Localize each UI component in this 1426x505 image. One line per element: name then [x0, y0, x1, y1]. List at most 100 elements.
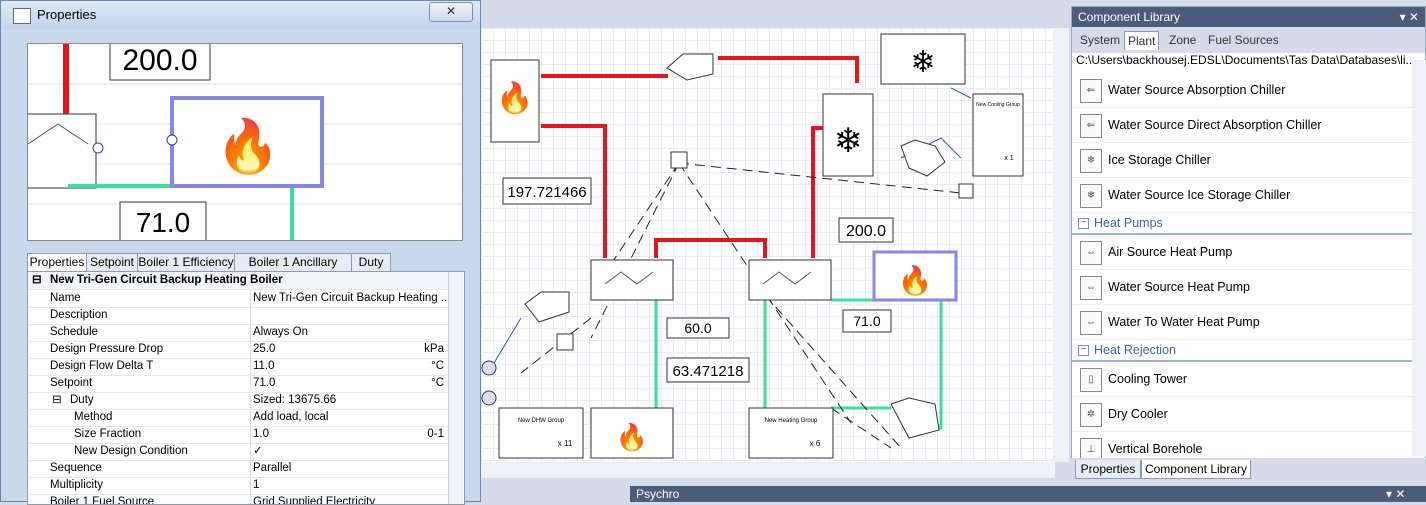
category-heat-rejection[interactable]: − Heat Rejection [1072, 340, 1412, 362]
library-item[interactable]: ⇔ Water To Water Heat Pump [1072, 305, 1412, 340]
tab-setpoint[interactable]: Setpoint [86, 253, 138, 271]
library-item[interactable]: ▯ Cooling Tower [1072, 362, 1412, 397]
svg-text:🔥: 🔥 [216, 116, 281, 177]
library-scrollbar[interactable] [1412, 60, 1426, 456]
table-row[interactable]: ⊟ Duty Sized: 13675.66 [28, 392, 448, 410]
properties-titlebar[interactable]: Properties ✕ [1, 1, 480, 29]
properties-window: Properties ✕ 🔥 200.0 71.0 Properties Set… [0, 0, 481, 505]
g-dhw-title: New DHW Group [518, 418, 565, 424]
library-item[interactable]: ✲ Dry Cooler [1072, 397, 1412, 432]
table-row[interactable]: Schedule Always On [28, 324, 448, 342]
lbl-sp71: 71.0 [853, 313, 880, 329]
pv-bottom: 71.0 [136, 207, 191, 238]
tab-fuel-sources[interactable]: Fuel Sources [1208, 31, 1279, 49]
collapse-icon[interactable]: ⊟ [52, 392, 62, 409]
tab-component-library[interactable]: Component Library [1141, 460, 1251, 479]
tab-properties[interactable]: Properties [1075, 460, 1141, 479]
g-dhw-count: x 11 [558, 439, 573, 448]
dhw-boiler[interactable]: 🔥 [590, 407, 674, 459]
g-cool-count: x 1 [1004, 155, 1013, 162]
table-row[interactable]: New Design Condition ✓ [28, 443, 448, 461]
table-row[interactable]: Description [28, 307, 448, 325]
category-heat-pumps[interactable]: − Heat Pumps [1072, 213, 1412, 235]
library-close-icon[interactable]: ▾ ✕ [1400, 7, 1419, 27]
collapse-icon[interactable]: ⊟ [32, 272, 42, 289]
table-row[interactable]: Name New Tri-Gen Circuit Backup Heating .… [28, 290, 451, 308]
table-row[interactable]: Boiler 1 Fuel Source Grid Supplied Electr… [28, 494, 448, 504]
chp-engine[interactable]: 🔥 [490, 59, 540, 143]
design-condition-checkbox[interactable]: ✓ [250, 443, 263, 460]
canvas-vertical-scrollbar[interactable] [1053, 28, 1069, 462]
value-labels: 197.721466 200.0 60.0 63.471218 71.0 [502, 177, 894, 383]
library-item[interactable]: ⇔ Air Source Heat Pump [1072, 235, 1412, 270]
ice-storage[interactable]: ❄ [880, 33, 966, 85]
library-title-bar: Component Library ▾ ✕ [1072, 7, 1425, 27]
controller-node-2[interactable] [556, 333, 574, 351]
schematic-svg[interactable]: 🔥 ❄ ❄ 🔥 🔥 New DHW Group x 11 New Heating… [481, 28, 1055, 462]
heating-group[interactable]: New Heating Group x 6 [748, 407, 834, 459]
psychro-panel-header[interactable]: Psychro ▾ ✕ [630, 486, 1426, 502]
g-cool-title: New Cooling Group [976, 102, 1020, 108]
controller-node[interactable] [670, 151, 688, 169]
table-row[interactable]: Size Fraction 1.0 0-1 [28, 426, 448, 444]
canvas-horizontal-scrollbar[interactable] [481, 462, 1055, 478]
group-header[interactable]: ⊟ New Tri-Gen Circuit Backup Heating Boi… [28, 272, 448, 290]
g-heat-title: New Heating Group [765, 418, 818, 424]
heat-pump-icon: ⇔ [1080, 311, 1102, 335]
tab-system[interactable]: System [1080, 31, 1120, 49]
inlet-node-2[interactable] [481, 390, 497, 406]
table-row[interactable]: Design Pressure Drop 25.0 kPa [28, 341, 448, 359]
tab-boiler-efficiency[interactable]: Boiler 1 Efficiency [137, 253, 235, 271]
tab-duty[interactable]: Duty [351, 253, 391, 271]
table-row[interactable]: Design Flow Delta T 11.0 °C [28, 358, 448, 376]
library-item[interactable]: ⇐ Water Source Direct Absorption Chiller [1072, 108, 1412, 143]
close-button[interactable]: ✕ [429, 2, 473, 22]
pv-top: 200.0 [122, 44, 197, 77]
table-row[interactable]: Method Add load, local [28, 409, 448, 427]
tab-properties-main[interactable]: Properties [27, 253, 87, 272]
controller-node-3[interactable] [958, 183, 974, 199]
table-row[interactable]: Multiplicity 1 [28, 477, 448, 495]
dock-bottom-tabs: Properties Component Library [1071, 458, 1426, 480]
inlet-node[interactable] [481, 360, 497, 376]
ice-chiller-icon: ❄ [1080, 149, 1102, 173]
library-path: C:\Users\backhousej.EDSL\Documents\Tas D… [1076, 53, 1416, 67]
absorption-chiller[interactable]: ❄ [822, 93, 874, 177]
heat-exchanger-1[interactable] [590, 259, 674, 301]
dry-cooler-icon: ✲ [1080, 403, 1102, 427]
absorption-chiller-icon: ⇐ [1080, 114, 1102, 138]
library-item[interactable]: ⇐ Water Source Absorption Chiller [1072, 73, 1412, 108]
property-grid-scrollbar[interactable] [448, 272, 463, 504]
pump-right[interactable] [900, 139, 946, 177]
schematic-canvas[interactable]: 🔥 ❄ ❄ 🔥 🔥 New DHW Group x 11 New Heating… [481, 28, 1055, 462]
library-list: ⇐ Water Source Absorption Chiller ⇐ Water … [1072, 73, 1412, 463]
pump-left[interactable] [524, 291, 570, 323]
dhw-group[interactable]: New DHW Group x 11 [498, 407, 584, 459]
pump-bottom-right[interactable] [890, 397, 940, 439]
table-row[interactable]: Sequence Parallel [28, 460, 448, 478]
heat-exchanger-2[interactable] [748, 259, 832, 301]
tab-plant[interactable]: Plant [1124, 31, 1160, 50]
cooling-group[interactable]: New Cooling Group x 1 [972, 93, 1024, 177]
library-item[interactable]: ⇔ Water Source Heat Pump [1072, 270, 1412, 305]
collapse-icon[interactable]: − [1078, 218, 1089, 229]
component-library-panel: Component Library ▾ ✕ System Plant Zone … [1071, 6, 1426, 480]
ice-chiller-icon: ❄ [1080, 184, 1102, 208]
svg-text:🔥: 🔥 [616, 422, 648, 453]
library-item[interactable]: ❄ Water Source Ice Storage Chiller [1072, 178, 1412, 213]
table-row[interactable]: Setpoint 71.0 °C [28, 375, 448, 393]
document-tab-strip [481, 0, 1071, 28]
component-preview: 🔥 200.0 71.0 [27, 43, 463, 241]
library-item[interactable]: ❄ Ice Storage Chiller [1072, 143, 1412, 178]
lbl-flow3: 63.471218 [673, 363, 744, 380]
tab-ancillary-load[interactable]: Boiler 1 Ancillary Load [234, 253, 352, 285]
backup-boiler-selected[interactable]: 🔥 [872, 250, 958, 302]
collapse-icon[interactable]: − [1078, 345, 1089, 356]
pin-icon[interactable]: ▾ ✕ [1386, 486, 1405, 502]
lbl-sp200: 200.0 [846, 223, 886, 240]
absorption-chiller-icon: ⇐ [1080, 79, 1102, 103]
heat-pump-icon: ⇔ [1080, 241, 1102, 265]
pump-top[interactable] [666, 53, 714, 81]
properties-title: Properties [37, 7, 97, 22]
tab-zone[interactable]: Zone [1169, 31, 1196, 49]
